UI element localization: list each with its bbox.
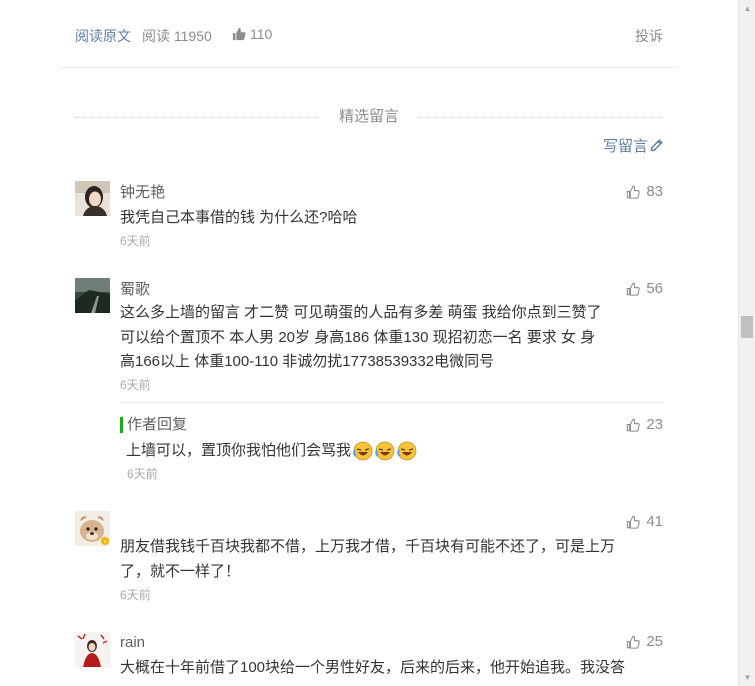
author-reply-text: 上墙可以，置顶你我怕他们会骂我 — [126, 442, 352, 459]
comment-like-button[interactable]: 25 — [626, 631, 663, 653]
author-reply: 作者回复 23 上墙可以，置顶你我怕他们会骂我 6天前 — [120, 415, 663, 485]
scroll-down-arrow-icon[interactable]: ▼ — [739, 669, 755, 686]
reply-divider — [120, 402, 663, 403]
divider — [60, 67, 678, 68]
avatar[interactable]: v — [75, 511, 110, 546]
comment-text-line: 了，就不一样了！ — [120, 562, 241, 580]
comment-item: 钟无艳 83 我凭自己本事借的钱 为什么还?哈哈 6天前 — [75, 181, 663, 251]
avatar[interactable] — [75, 278, 110, 313]
comment-time: 6天前 — [120, 234, 151, 248]
comment-time: 6天前 — [120, 378, 151, 392]
reply-like-count: 23 — [646, 416, 663, 433]
svg-text:v: v — [104, 539, 107, 545]
report-link[interactable]: 投诉 — [635, 26, 663, 46]
author-reply-time: 6天前 — [127, 467, 158, 481]
comment-text-line: 高166以上 体重100-110 非诚勿扰17738539332电微同号 — [120, 353, 495, 370]
comment-item: 蜀歌 56 这么多上墙的留言 才二赞 可见萌蛋的人品有多差 萌蛋 我给你点到三赞… — [75, 278, 663, 403]
vertical-scrollbar[interactable]: ▲ ▼ — [738, 0, 755, 686]
scroll-up-arrow-icon[interactable]: ▲ — [739, 0, 755, 17]
article-like-button[interactable]: 110 — [232, 26, 272, 42]
avatar[interactable] — [75, 181, 110, 216]
comment-author[interactable]: 蜀歌 — [120, 279, 150, 301]
thumbs-up-icon — [627, 282, 641, 296]
title-rule-left — [75, 117, 320, 118]
comment-like-count: 41 — [646, 513, 663, 530]
thumbs-up-icon — [627, 635, 641, 649]
comment-like-button[interactable]: 83 — [626, 181, 663, 203]
comment-like-count: 25 — [646, 633, 663, 650]
comment-author[interactable]: rain — [120, 632, 145, 654]
comment-text-line: 大概在十年前借了100块给一个男性好友，后来的后来，他开始追我。我没答 — [120, 659, 626, 676]
reply-like-button[interactable]: 23 — [626, 414, 663, 436]
scrollbar-thumb[interactable] — [741, 316, 753, 338]
thumbs-up-icon — [627, 185, 641, 199]
article-meta-bar: 阅读原文 阅读 11950 110 投诉 — [75, 26, 663, 46]
section-title-text: 精选留言 — [330, 108, 407, 125]
comment-text: 大概在十年前借了100块给一个男性好友，后来的后来，他开始追我。我没答 — [120, 656, 663, 681]
comment-like-button[interactable]: 56 — [626, 278, 663, 300]
comment-time: 6天前 — [120, 588, 151, 602]
author-reply-label: 作者回复 — [120, 417, 187, 433]
comment-text-line: 朋友借我钱千百块我都不借，上万我才借，千百块有可能不还了，可是上万 — [120, 538, 616, 555]
crying-laughing-emoji-icon — [353, 441, 417, 461]
comment-like-button[interactable]: 41 — [626, 511, 663, 533]
article-like-count: 110 — [250, 26, 273, 42]
write-comment-label: 写留言 — [602, 138, 648, 155]
comment-item: v 41 朋友借我钱千百块我都不借，上万我才借，千百块有可能不还了，可是上万 了… — [75, 511, 663, 606]
comment-author[interactable]: 钟无艳 — [120, 182, 165, 204]
read-original-link[interactable]: 阅读原文 — [75, 26, 131, 46]
comment-text-line: 这么多上墙的留言 才二赞 可见萌蛋的人品有多差 萌蛋 我给你点到三赞了 — [120, 304, 602, 321]
comment-like-count: 83 — [646, 183, 663, 200]
comment-text: 我凭自己本事借的钱 为什么还?哈哈 — [120, 209, 358, 226]
avatar[interactable] — [75, 632, 110, 667]
comments-section-title: 精选留言 — [75, 106, 663, 128]
comment-text-line: 可以给个置顶不 本人男 20岁 身高186 体重130 现招初恋一名 要求 女 … — [120, 328, 596, 346]
comment-text: 这么多上墙的留言 才二赞 可见萌蛋的人品有多差 萌蛋 我给你点到三赞了 可以给个… — [120, 301, 663, 375]
thumbs-up-icon — [627, 418, 641, 432]
author-reply-text-row: 上墙可以，置顶你我怕他们会骂我 — [126, 439, 663, 464]
thumbs-up-icon — [627, 515, 641, 529]
comment-text: 朋友借我钱千百块我都不借，上万我才借，千百块有可能不还了，可是上万 了，就不一样… — [120, 535, 663, 584]
read-count: 阅读 11950 — [142, 28, 212, 44]
pencil-icon — [650, 139, 663, 152]
write-comment-button[interactable]: 写留言 — [603, 135, 663, 156]
thumbs-up-icon — [232, 27, 246, 41]
comment-item: rain 25 大概在十年前借了100块给一个男性好友，后来的后来，他开始追我。… — [75, 632, 663, 686]
title-rule-right — [418, 117, 663, 118]
article-page: 阅读原文 阅读 11950 110 投诉 精选留言 写留言 钟无艳 83 我凭自… — [0, 0, 738, 686]
comment-like-count: 56 — [646, 280, 663, 297]
